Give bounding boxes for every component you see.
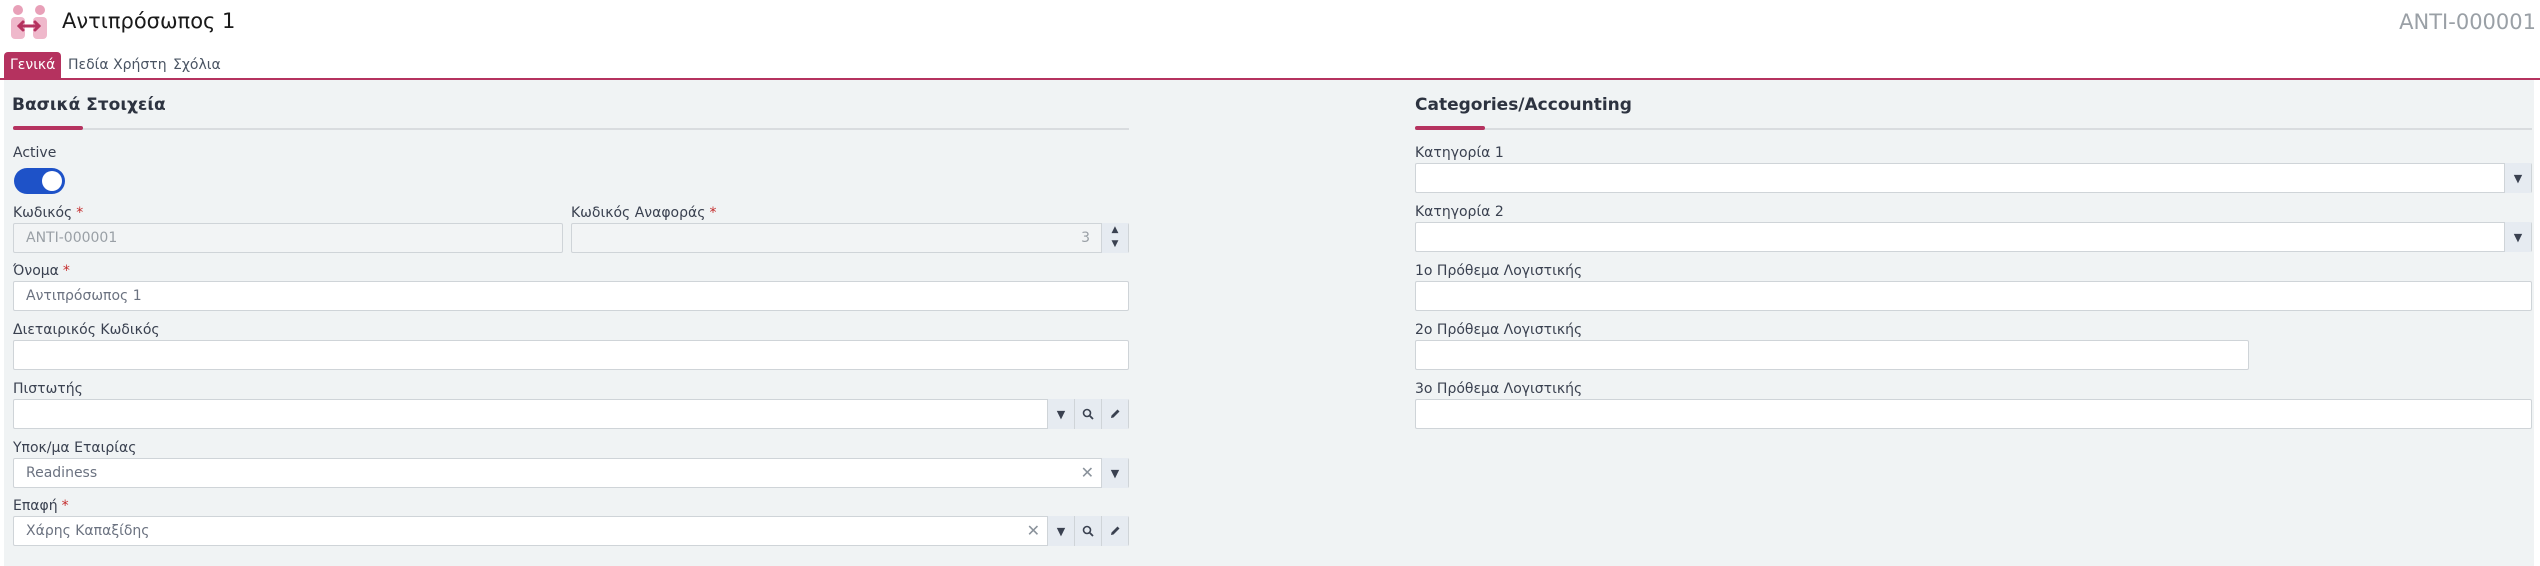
category-1-label: Κατηγορία 1 [1415, 145, 1504, 161]
code-label: Κωδικός * [13, 205, 83, 221]
prefix-3-label: 3ο Πρόθεμα Λογιστικής [1415, 381, 1583, 397]
tab-general[interactable]: Γενικά [4, 52, 62, 78]
section-title-basic: Βασικά Στοιχεία [12, 95, 166, 115]
chevron-down-icon[interactable]: ▼ [1047, 516, 1074, 546]
representatives-people-icon [11, 5, 47, 39]
section-accent [1415, 126, 1485, 130]
search-icon[interactable] [1074, 516, 1101, 546]
section-accent [13, 126, 83, 130]
edit-pencil-icon[interactable] [1101, 516, 1128, 546]
ref-code-value: 3 [1081, 230, 1090, 246]
page-header: Αντιπρόσωπος 1 ANTI-000001 [0, 0, 2540, 50]
clear-icon[interactable]: ✕ [1081, 459, 1094, 487]
edit-pencil-icon[interactable] [1101, 399, 1128, 429]
ref-code-stepper[interactable]: 3 ▲ ▼ [571, 223, 1129, 253]
code-value: ANTI-000001 [26, 230, 118, 246]
required-mark: * [61, 498, 69, 514]
section-title-accounting: Categories/Accounting [1415, 95, 1632, 115]
chevron-down-icon[interactable]: ▼ [2504, 163, 2531, 193]
chevron-down-icon[interactable]: ▼ [1101, 458, 1128, 488]
active-toggle[interactable] [14, 168, 65, 194]
category-2-select[interactable]: ▼ [1415, 222, 2532, 252]
prefix-2-label: 2ο Πρόθεμα Λογιστικής [1415, 322, 1583, 338]
record-code: ANTI-000001 [2399, 10, 2536, 34]
section-divider [1415, 128, 2532, 130]
stepper-down-icon[interactable]: ▼ [1102, 237, 1128, 251]
contact-label-text: Επαφή [13, 498, 58, 514]
company-branch-label: Υποκ/μα Εταιρίας [13, 440, 137, 456]
name-value: Αντιπρόσωπος 1 [26, 288, 142, 304]
creditor-label: Πιστωτής [13, 381, 83, 397]
search-icon[interactable] [1074, 399, 1101, 429]
tab-comments[interactable]: Σχόλια [173, 52, 221, 78]
stepper-up-icon[interactable]: ▲ [1102, 223, 1128, 237]
prefix-2-field[interactable] [1415, 340, 2249, 370]
form-panel: Βασικά Στοιχεία Active Κωδικός * ANTI-000… [4, 80, 2534, 566]
clear-icon[interactable]: ✕ [1027, 517, 1040, 545]
toggle-knob [42, 171, 62, 191]
category-2-label: Κατηγορία 2 [1415, 204, 1504, 220]
required-mark: * [76, 205, 84, 221]
page-title: Αντιπρόσωπος 1 [62, 9, 236, 33]
contact-value: Χάρης Καπαξίδης [26, 523, 150, 539]
company-branch-value: Readiness [26, 465, 98, 481]
ref-code-label: Κωδικός Αναφοράς * [571, 205, 716, 221]
chevron-down-icon[interactable]: ▼ [1047, 399, 1074, 429]
name-label-text: Όνομα [13, 263, 59, 279]
intl-code-label: Διεταιρικός Κωδικός [13, 322, 160, 338]
chevron-down-icon[interactable]: ▼ [2504, 222, 2531, 252]
tab-user-fields[interactable]: Πεδία Χρήστη [68, 52, 167, 78]
name-label: Όνομα * [13, 263, 70, 279]
required-mark: * [62, 263, 70, 279]
required-mark: * [709, 205, 717, 221]
section-divider [13, 128, 1129, 130]
company-branch-select[interactable]: Readiness ✕ ▼ [13, 458, 1129, 488]
contact-field[interactable]: Χάρης Καπαξίδης ✕ ▼ [13, 516, 1129, 546]
ref-code-label-text: Κωδικός Αναφοράς [571, 205, 706, 221]
intl-code-field[interactable] [13, 340, 1129, 370]
active-label: Active [13, 145, 57, 161]
stepper-buttons[interactable]: ▲ ▼ [1101, 223, 1128, 253]
prefix-1-field[interactable] [1415, 281, 2532, 311]
code-label-text: Κωδικός [13, 205, 73, 221]
creditor-field[interactable]: ▼ [13, 399, 1129, 429]
prefix-1-label: 1ο Πρόθεμα Λογιστικής [1415, 263, 1583, 279]
name-field[interactable]: Αντιπρόσωπος 1 [13, 281, 1129, 311]
category-1-select[interactable]: ▼ [1415, 163, 2532, 193]
contact-label: Επαφή * [13, 498, 69, 514]
code-field[interactable]: ANTI-000001 [13, 223, 563, 253]
prefix-3-field[interactable] [1415, 399, 2532, 429]
